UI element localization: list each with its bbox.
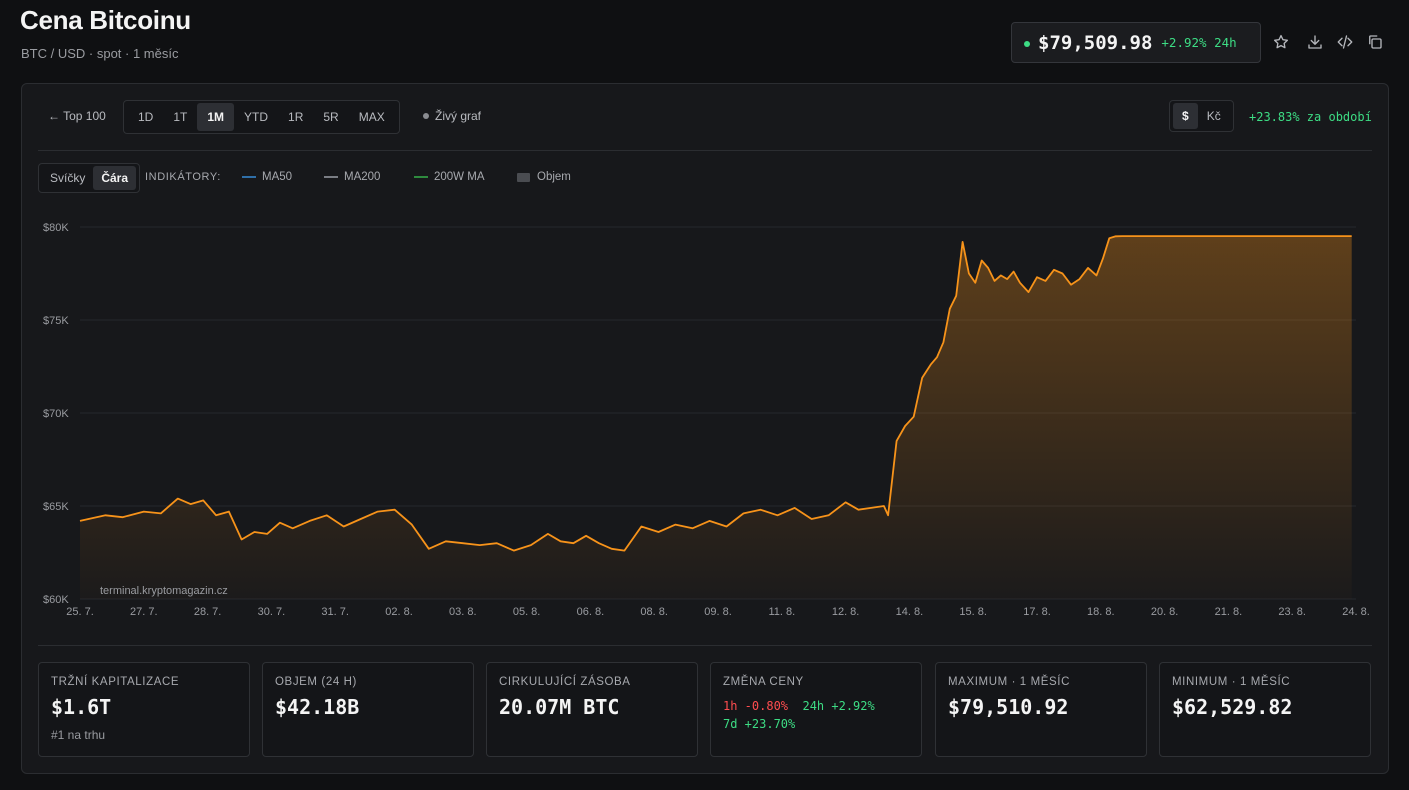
stat-price-change: ZMĚNA CENY 1h -0.80% 24h +2.92% 7d +23.7… (710, 662, 922, 757)
x-tick-label: 30. 7. (258, 606, 286, 618)
stat-max-1m: MAXIMUM · 1 MĚSÍC $79,510.92 (935, 662, 1147, 757)
stat-label: CIRKULUJÍCÍ ZÁSOBA (499, 676, 631, 688)
price-area (80, 236, 1352, 599)
x-tick-label: 09. 8. (704, 606, 732, 618)
stat-label: OBJEM (24 H) (275, 676, 357, 688)
indicator-200w-ma[interactable]: 200W MA (414, 171, 485, 183)
page-title: Cena Bitcoinu (20, 5, 191, 35)
chart-divider (38, 645, 1372, 646)
live-chart-dot-icon (423, 113, 429, 119)
x-tick-label: 08. 8. (640, 606, 668, 618)
live-status-icon (1024, 40, 1030, 47)
range-button-1d[interactable]: 1D (128, 103, 163, 131)
200w-ma-line-icon (414, 176, 428, 178)
x-tick-label: 18. 8. (1087, 606, 1115, 618)
chart-panel: ← Top 100 1D 1T 1M YTD 1R 5R MAX Živý gr… (21, 83, 1389, 774)
ma50-line-icon (242, 176, 256, 178)
x-tick-label: 27. 7. (130, 606, 158, 618)
stat-value: 20.07M BTC (499, 695, 620, 719)
stat-label: TRŽNÍ KAPITALIZACE (51, 676, 180, 688)
y-tick-label: $75K (43, 315, 69, 327)
stat-value: $42.18B (275, 695, 360, 719)
stat-value: $1.6T (51, 695, 112, 719)
chart-type-line[interactable]: Čára (93, 166, 137, 190)
stat-market-cap: TRŽNÍ KAPITALIZACE $1.6T #1 na trhu (38, 662, 250, 757)
x-tick-label: 06. 8. (577, 606, 605, 618)
stat-value: $79,510.92 (948, 695, 1069, 719)
stat-label: ZMĚNA CENY (723, 676, 804, 688)
star-icon[interactable] (1272, 33, 1292, 53)
toolbar-divider (38, 150, 1372, 151)
x-tick-label: 21. 8. (1215, 606, 1243, 618)
change-24h: 24h +2.92% (802, 699, 875, 713)
range-button-ytd[interactable]: YTD (234, 103, 278, 131)
live-chart-toggle[interactable]: Živý graf (423, 109, 481, 123)
chart-watermark: terminal.kryptomagazin.cz (100, 585, 228, 597)
x-tick-label: 03. 8. (449, 606, 477, 618)
indicators-label: INDIKÁTORY: (145, 171, 221, 183)
embed-code-icon[interactable] (1336, 33, 1356, 53)
stat-label: MINIMUM · 1 MĚSÍC (1172, 676, 1291, 688)
copy-icon[interactable] (1366, 33, 1386, 53)
chart-type-candles[interactable]: Svíčky (42, 166, 93, 190)
indicator-ma200[interactable]: MA200 (324, 171, 380, 183)
x-tick-label: 05. 8. (513, 606, 541, 618)
x-tick-label: 02. 8. (385, 606, 413, 618)
indicator-ma50-label: MA50 (262, 171, 293, 183)
currency-selector: $ Kč (1169, 100, 1234, 132)
x-tick-label: 23. 8. (1278, 606, 1306, 618)
change-7d: 7d +23.70% (723, 717, 796, 731)
period-change: +23.83% za období (1249, 110, 1372, 124)
x-tick-label: 28. 7. (194, 606, 222, 618)
indicator-volume[interactable]: Objem (517, 171, 571, 183)
y-tick-label: $70K (43, 408, 69, 420)
chart-type-selector: Svíčky Čára (38, 163, 141, 193)
x-tick-label: 17. 8. (1023, 606, 1051, 618)
x-tick-label: 31. 7. (321, 606, 349, 618)
x-tick-label: 12. 8. (832, 606, 860, 618)
x-tick-label: 14. 8. (896, 606, 924, 618)
time-range-selector: 1D 1T 1M YTD 1R 5R MAX (123, 100, 400, 134)
price-change-24h: +2.92% 24h (1161, 35, 1237, 50)
x-tick-label: 25. 7. (66, 606, 94, 618)
x-tick-label: 11. 8. (768, 606, 795, 618)
indicator-volume-label: Objem (537, 171, 571, 183)
price-chart[interactable]: $80K $75K $70K $65K $60K25. 7. 27. 7. 28. 7. 30… (22, 212, 1388, 622)
volume-box-icon (517, 172, 530, 182)
live-chart-label: Živý graf (435, 109, 482, 123)
y-tick-label: $60K (43, 594, 69, 606)
x-tick-label: 20. 8. (1151, 606, 1179, 618)
range-button-1t[interactable]: 1T (163, 103, 197, 131)
range-button-1r[interactable]: 1R (278, 103, 313, 131)
live-price-box: $79,509.98 +2.92% 24h (1011, 22, 1261, 63)
page-subtitle: BTC / USD · spot · 1 měsíc (21, 46, 179, 61)
x-tick-label: 24. 8. (1342, 606, 1370, 618)
back-to-top100-link[interactable]: ← Top 100 (48, 109, 106, 123)
range-button-5r[interactable]: 5R (313, 103, 348, 131)
current-price: $79,509.98 (1038, 31, 1153, 54)
price-change-rows: 1h -0.80% 24h +2.92% 7d +23.70% (723, 697, 909, 733)
indicator-ma50[interactable]: MA50 (242, 171, 292, 183)
y-tick-label: $80K (43, 222, 69, 234)
stat-value: $62,529.82 (1172, 695, 1293, 719)
change-1h: 1h -0.80% (723, 699, 789, 713)
ma200-line-icon (324, 176, 338, 178)
indicator-ma200-label: MA200 (344, 171, 381, 183)
download-icon[interactable] (1306, 33, 1326, 53)
stats-row: TRŽNÍ KAPITALIZACE $1.6T #1 na trhu OBJE… (38, 662, 1372, 758)
currency-button-czk[interactable]: Kč (1198, 103, 1230, 129)
stat-min-1m: MINIMUM · 1 MĚSÍC $62,529.82 (1159, 662, 1371, 757)
stat-label: MAXIMUM · 1 MĚSÍC (948, 676, 1071, 688)
range-button-1m[interactable]: 1M (197, 103, 235, 131)
currency-button-usd[interactable]: $ (1173, 103, 1198, 129)
y-tick-label: $65K (43, 501, 69, 513)
stat-circulating-supply: CIRKULUJÍCÍ ZÁSOBA 20.07M BTC (486, 662, 698, 757)
indicator-200w-ma-label: 200W MA (434, 171, 485, 183)
range-button-max[interactable]: MAX (349, 103, 395, 131)
stat-volume-24h: OBJEM (24 H) $42.18B (262, 662, 474, 757)
stat-rank: #1 na trhu (51, 728, 106, 742)
x-tick-label: 15. 8. (959, 606, 987, 618)
